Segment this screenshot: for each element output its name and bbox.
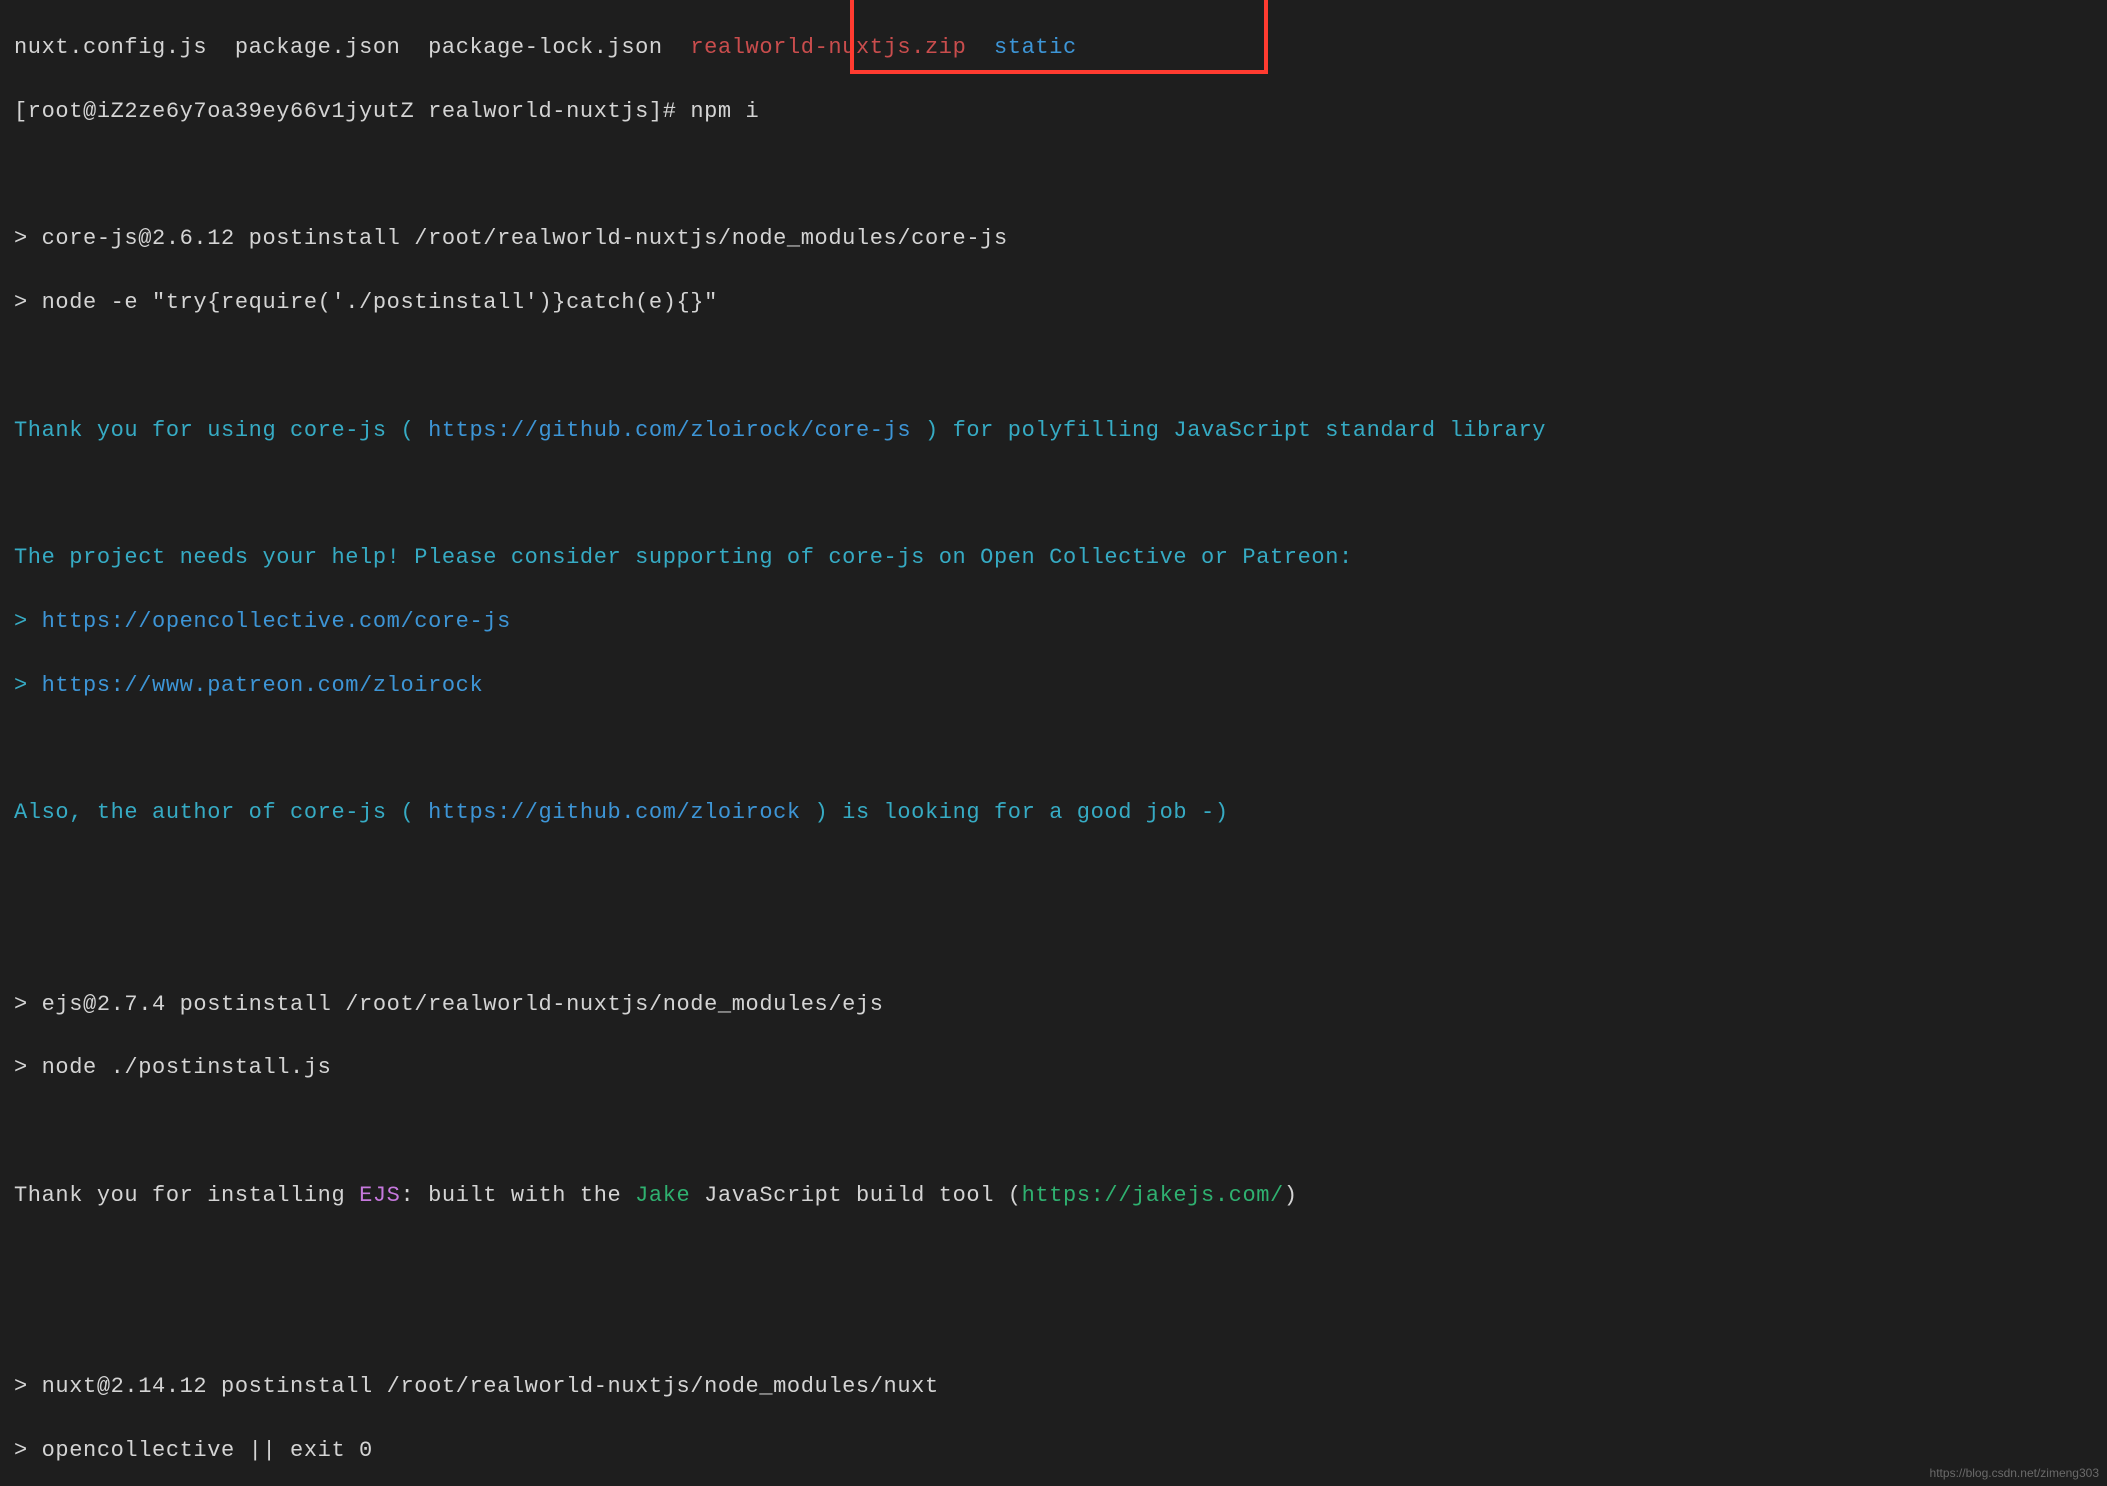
patreon-link[interactable]: https://www.patreon.com/zloirock — [42, 673, 484, 698]
file-list-line: nuxt.config.js package.json package-lock… — [14, 32, 2093, 64]
zip-file-name: realworld-nuxtjs.zip — [690, 35, 966, 60]
prompt-hash: # — [663, 99, 691, 124]
npm-script-line: > nuxt@2.14.12 postinstall /root/realwor… — [14, 1371, 2093, 1403]
watermark-text: https://blog.csdn.net/zimeng303 — [1930, 1465, 2099, 1482]
corejs-help-line: The project needs your help! Please cons… — [14, 542, 2093, 574]
npm-script-line: > opencollective || exit 0 — [14, 1435, 2093, 1467]
npm-script-line: > node ./postinstall.js — [14, 1052, 2093, 1084]
jake-name: Jake — [635, 1183, 690, 1208]
terminal-output: nuxt.config.js package.json package-lock… — [0, 0, 2107, 1486]
file-name: nuxt.config.js — [14, 35, 207, 60]
corejs-patreon-link-line: > https://www.patreon.com/zloirock — [14, 670, 2093, 702]
zloirock-link[interactable]: https://github.com/zloirock — [428, 800, 801, 825]
shell-prompt: [root@iZ2ze6y7oa39ey66v1jyutZ realworld-… — [14, 99, 663, 124]
npm-script-line: > core-js@2.6.12 postinstall /root/realw… — [14, 223, 2093, 255]
jakejs-link[interactable]: https://jakejs.com/ — [1022, 1183, 1284, 1208]
corejs-thanks-line: Thank you for using core-js ( https://gi… — [14, 415, 2093, 447]
dir-name: static — [994, 35, 1077, 60]
npm-script-line: > ejs@2.7.4 postinstall /root/realworld-… — [14, 989, 2093, 1021]
ejs-thanks-line: Thank you for installing EJS: built with… — [14, 1180, 2093, 1212]
corejs-github-link[interactable]: https://github.com/zloirock/core-js — [428, 418, 911, 443]
opencollective-link[interactable]: https://opencollective.com/core-js — [42, 609, 511, 634]
shell-prompt-line: [root@iZ2ze6y7oa39ey66v1jyutZ realworld-… — [14, 96, 2093, 128]
file-name: package-lock.json — [428, 35, 663, 60]
file-name: package.json — [235, 35, 401, 60]
corejs-also-line: Also, the author of core-js ( https://gi… — [14, 797, 2093, 829]
corejs-oc-link-line: > https://opencollective.com/core-js — [14, 606, 2093, 638]
npm-script-line: > node -e "try{require('./postinstall')}… — [14, 287, 2093, 319]
shell-command[interactable]: npm i — [690, 99, 759, 124]
ejs-name: EJS — [359, 1183, 400, 1208]
